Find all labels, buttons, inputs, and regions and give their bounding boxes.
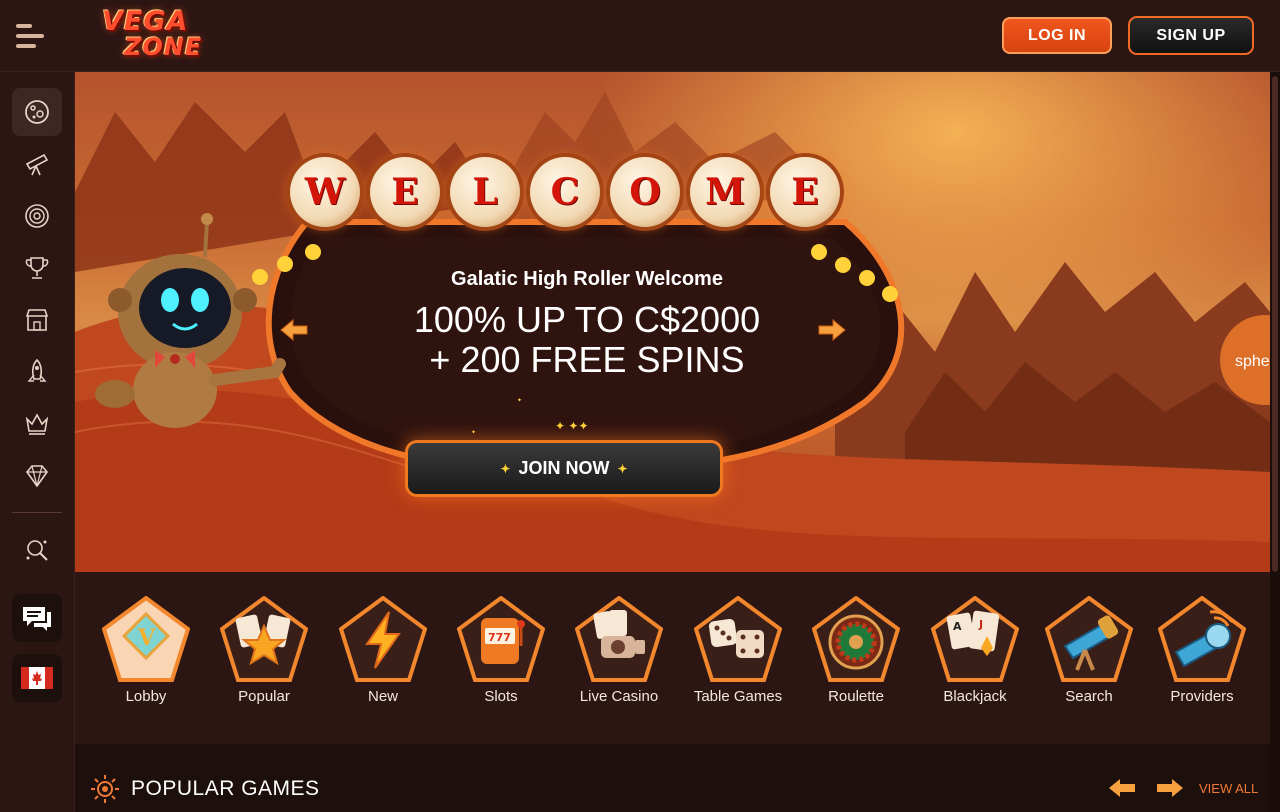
slot-machine-icon: 777 [457,596,545,682]
category-label: Slots [484,688,518,705]
menu-bar [16,24,32,28]
dice-icon [694,596,782,682]
category-roulette[interactable]: Roulette [801,596,911,716]
category-label: Lobby [125,688,167,705]
category-lobby[interactable]: V Lobby [91,596,201,716]
join-now-label: JOIN NOW [518,458,610,478]
sidebar [0,72,75,812]
menu-toggle-button[interactable] [14,22,46,50]
category-search[interactable]: Search [1034,596,1144,716]
scrollbar-thumb[interactable] [1272,76,1278,572]
hero-banner[interactable]: sphe ✦ ✦✦ ✦ ✦ W E L C O M E Galatic High… [75,72,1270,572]
sidebar-item-vip[interactable] [12,400,62,448]
category-new[interactable]: New [328,596,438,716]
carousel-prev-arrow-icon[interactable] [1107,777,1137,799]
crown-icon [25,413,49,435]
svg-text:✦ ✦✦: ✦ ✦✦ [555,419,589,433]
category-label: New [367,688,398,705]
category-bar: V Lobby Popular New 777 Slots Live Casin… [75,572,1270,744]
promo-headline: 100% UP TO C$2000 + 200 FREE SPINS [337,300,837,380]
sun-icon [91,775,119,803]
svg-text:777: 777 [488,631,511,644]
category-providers[interactable]: Providers [1147,596,1257,716]
welcome-letter: E [370,157,440,227]
category-label: Popular [238,688,290,705]
banner-next-arrow-icon[interactable] [817,318,847,342]
sparkle-icon: ✦ [617,461,628,476]
svg-text:✦: ✦ [517,397,522,404]
magnifier-icon [26,540,48,561]
login-button[interactable]: LOG IN [1002,17,1112,54]
sidebar-divider [12,512,62,513]
sidebar-item-rewards[interactable] [12,452,62,500]
sidebar-item-shop[interactable] [12,296,62,344]
category-blackjack[interactable]: AJ Blackjack [920,596,1030,716]
sidebar-item-spins[interactable] [12,192,62,240]
diamond-icon [25,465,49,488]
category-label: Search [1065,688,1113,705]
welcome-letter: O [610,157,680,227]
blackjack-cards-icon: AJ [931,596,1019,682]
category-live-casino[interactable]: Live Casino [564,596,674,716]
category-label: Providers [1170,688,1234,705]
view-all-link[interactable]: VIEW ALL [1199,781,1258,796]
category-slots[interactable]: 777 Slots [446,596,556,716]
welcome-letter: W [290,157,360,227]
planet-icon [25,100,49,124]
camera-cards-icon [575,596,663,682]
target-icon [25,204,49,228]
carousel-next-arrow-icon[interactable] [1155,777,1185,799]
promo-subtitle: Galatic High Roller Welcome [451,268,723,290]
promo-headline-line1: 100% UP TO C$2000 [413,299,761,340]
trophy-icon [25,257,49,279]
canada-flag-icon [21,667,53,689]
banner-prev-arrow-icon[interactable] [279,318,309,342]
menu-bar [16,44,36,48]
satellite-icon [1158,596,1246,682]
chat-icon [23,607,51,631]
lobby-icon: V [102,596,190,682]
signup-button[interactable]: SIGN UP [1128,16,1254,55]
sidebar-item-lobby[interactable] [12,88,62,136]
category-label: Table Games [693,688,783,705]
welcome-letter: E [770,157,840,227]
svg-text:✦: ✦ [471,429,476,436]
svg-text:A: A [953,620,962,633]
rocket-icon [27,358,47,382]
sidebar-item-tournaments[interactable] [12,244,62,292]
logo-text-zone: ZONE [124,33,203,61]
section-title: POPULAR GAMES [131,777,320,800]
join-now-button[interactable]: ✦ JOIN NOW ✦ [405,440,723,497]
svg-text:V: V [137,625,156,651]
sphere-badge-text: sphe [1235,353,1270,370]
telescope-icon [25,153,49,176]
menu-bar [16,34,44,38]
site-logo[interactable]: VEGA ZONE [96,6,214,64]
sparkle-icon: ✦ [500,461,511,476]
category-label: Live Casino [579,688,659,705]
roulette-wheel-icon [812,596,900,682]
welcome-letter: L [450,157,520,227]
category-label: Roulette [828,688,884,705]
telescope-icon [1045,596,1133,682]
category-table-games[interactable]: Table Games [683,596,793,716]
star-cards-icon [220,596,308,682]
top-header: VEGA ZONE LOG IN SIGN UP [0,0,1280,72]
category-popular[interactable]: Popular [209,596,319,716]
sidebar-item-explore[interactable] [12,140,62,188]
live-chat-button[interactable] [12,594,62,642]
page-scrollbar[interactable] [1270,72,1280,812]
sidebar-item-missions[interactable] [12,348,62,396]
promo-headline-line2: + 200 FREE SPINS [429,339,745,380]
welcome-sign: W E L C O M E [290,157,850,227]
language-selector[interactable] [12,654,62,702]
store-icon [25,309,49,331]
popular-games-section: POPULAR GAMES VIEW ALL [75,744,1270,812]
welcome-letter: M [690,157,760,227]
lightning-icon [339,596,427,682]
svg-text:J: J [978,618,983,631]
category-label: Blackjack [943,688,1007,705]
welcome-letter: C [530,157,600,227]
sidebar-item-search[interactable] [12,526,62,574]
